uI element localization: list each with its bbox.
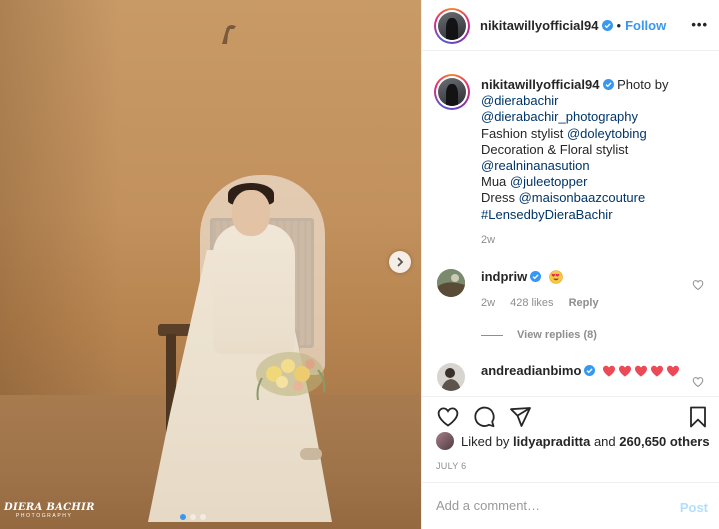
hashtag-link[interactable]: #LensedbyDieraBachir <box>481 207 613 222</box>
verified-icon <box>602 79 614 90</box>
verified-icon <box>584 365 596 376</box>
heart-icon[interactable] <box>436 405 460 429</box>
comment-body: andreadianbimo <box>481 363 691 378</box>
comment-icon[interactable] <box>472 405 496 429</box>
comment-username[interactable]: andreadianbimo <box>481 363 581 378</box>
red-heart-emoji-row <box>602 363 682 378</box>
mention-link[interactable]: @dierabachir <box>481 93 559 108</box>
red-heart-emoji <box>667 365 680 377</box>
avatar-photo <box>437 363 465 391</box>
share-icon[interactable] <box>508 405 532 429</box>
caption-username[interactable]: nikitawillyofficial94 <box>481 77 600 92</box>
separator-dot: • <box>616 18 622 33</box>
watermark-subtitle: PHOTOGRAPHY <box>16 513 73 519</box>
comment-meta: 2w 428 likes Reply <box>481 297 691 309</box>
commenter-avatar[interactable] <box>437 269 465 297</box>
action-bar <box>422 396 719 436</box>
caption-text-segment: Dress <box>481 190 519 206</box>
likes-prefix: Liked by <box>461 433 514 449</box>
caption-line: @dierabachir <box>481 93 711 109</box>
caption-line: #LensedbyDieraBachir <box>481 207 711 223</box>
liker-username[interactable]: lidyapraditta <box>513 434 590 449</box>
caption-line: Decoration & Floral stylist <box>481 142 711 158</box>
avatar-photo <box>437 269 465 297</box>
carousel-indicator <box>180 514 206 520</box>
follow-button[interactable]: Follow <box>625 18 666 33</box>
shoe <box>300 448 322 460</box>
mention-link[interactable]: @maisonbaazcouture <box>519 190 646 205</box>
red-heart-emoji <box>619 365 632 377</box>
caption-text-segment: Fashion stylist <box>481 125 567 141</box>
author-avatar[interactable] <box>434 8 470 44</box>
mention-link[interactable]: @realninanasution <box>481 158 590 173</box>
comments-area[interactable]: nikitawillyofficial94 Photo by @dierabach… <box>422 52 719 396</box>
like-comment-heart-icon[interactable] <box>692 279 704 291</box>
author-username[interactable]: nikitawillyofficial94 <box>480 18 599 33</box>
photographer-watermark: DIERA BACHIR PHOTOGRAPHY <box>4 503 95 519</box>
liker-avatar[interactable] <box>436 432 454 450</box>
comment-username[interactable]: indpriw <box>481 269 527 284</box>
post-sidebar: nikitawillyofficial94 • Follow ••• nikitaw… <box>421 0 719 529</box>
caption-line: Mua @juleetopper <box>481 174 711 190</box>
comment-input[interactable] <box>436 498 656 513</box>
wall-hook <box>222 25 236 44</box>
caption-line: Dress @maisonbaazcouture <box>481 190 711 206</box>
comment-likes[interactable]: 428 likes <box>510 297 553 309</box>
mention-link[interactable]: @doleytobing <box>567 126 647 141</box>
caption-text-segment: Decoration & Floral stylist <box>481 141 629 157</box>
caption-line: nikitawillyofficial94 Photo by <box>481 77 711 93</box>
commenter-avatar[interactable] <box>437 363 465 391</box>
mention-link[interactable]: @juleetopper <box>510 174 588 189</box>
add-comment-bar: Post <box>422 482 719 529</box>
caption-line: @realninanasution <box>481 158 711 174</box>
header-title: nikitawillyofficial94 • Follow <box>480 18 666 33</box>
view-replies-button[interactable]: View replies (8) <box>481 329 597 341</box>
view-replies-label: View replies (8) <box>517 329 597 341</box>
caption-text: nikitawillyofficial94 Photo by @dierabach… <box>481 77 711 223</box>
caption-text-segment: Mua <box>481 174 510 190</box>
replies-line <box>481 334 503 336</box>
likes-summary: Liked by lidyapraditta and 260,650 other… <box>436 432 710 450</box>
caption-line: @dierabachir_photography <box>481 109 711 125</box>
comment-time: 2w <box>481 297 496 309</box>
face <box>232 190 270 236</box>
flower-bouquet <box>256 352 326 401</box>
carousel-next-button[interactable] <box>389 251 411 273</box>
watermark-title: DIERA BACHIR <box>4 502 95 513</box>
post-photo[interactable]: DIERA BACHIR PHOTOGRAPHY <box>0 0 421 529</box>
verified-icon <box>601 20 613 31</box>
more-options-icon[interactable]: ••• <box>691 18 708 31</box>
post-comment-button[interactable]: Post <box>680 500 708 515</box>
like-comment-heart-icon[interactable] <box>692 376 704 388</box>
comment-body: indpriw 2w 428 likes Reply <box>481 269 691 309</box>
reply-button[interactable]: Reply <box>569 297 599 309</box>
red-heart-emoji <box>635 365 648 377</box>
caption-time: 2w <box>481 234 496 246</box>
carousel-dot <box>180 514 186 520</box>
caption-avatar[interactable] <box>434 74 470 110</box>
caption-text-segment: Photo by <box>617 77 669 92</box>
likes-count[interactable]: 260,650 others <box>619 434 709 449</box>
carousel-dot <box>190 514 196 520</box>
likes-middle: and <box>590 433 620 449</box>
carousel-dot <box>200 514 206 520</box>
red-heart-emoji <box>651 365 664 377</box>
post-date[interactable]: JULY 6 <box>436 461 466 471</box>
caption-line: Fashion stylist @doleytobing <box>481 126 711 142</box>
dress-bodice <box>213 224 295 354</box>
bookmark-icon[interactable] <box>686 405 710 429</box>
chevron-right-icon <box>397 257 404 267</box>
mention-link[interactable]: @dierabachir_photography <box>481 109 638 124</box>
post-header: nikitawillyofficial94 • Follow ••• <box>422 0 719 51</box>
red-heart-emoji <box>603 365 616 377</box>
heart-eyes-emoji <box>549 270 563 284</box>
verified-icon <box>530 271 542 282</box>
